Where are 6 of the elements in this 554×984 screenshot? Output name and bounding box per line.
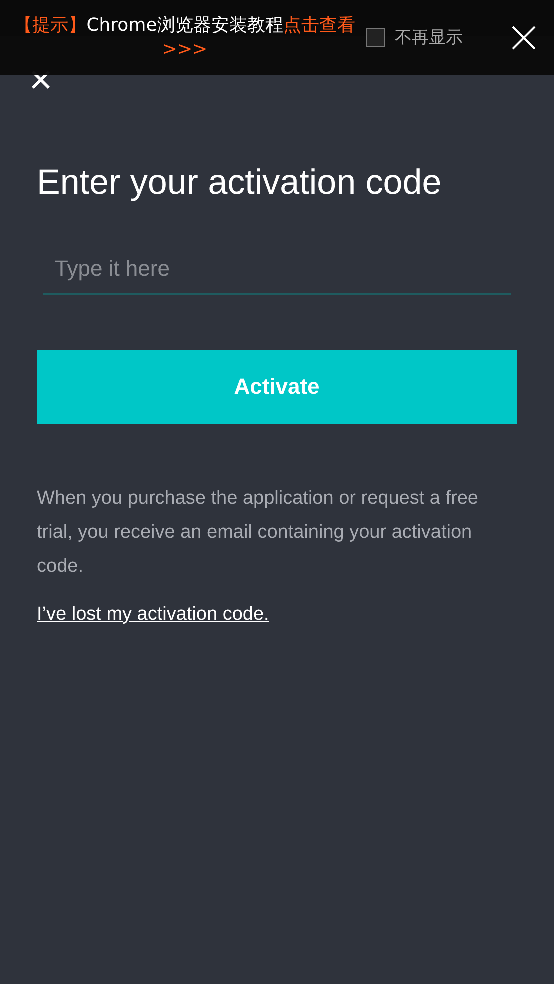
activation-code-field[interactable]: Type it here [43,245,511,295]
page-title: Enter your activation code [37,163,443,203]
banner-message[interactable]: 【提示】Chrome浏览器安装教程点击查看>>> [0,0,360,62]
lost-code-link[interactable]: I’ve lost my activation code. [37,604,270,626]
dont-show-checkbox[interactable]: 不再显示 [366,26,463,49]
description-text: When you purchase the application or request a free trial, you receive an email containing your activation code. [37,487,480,579]
